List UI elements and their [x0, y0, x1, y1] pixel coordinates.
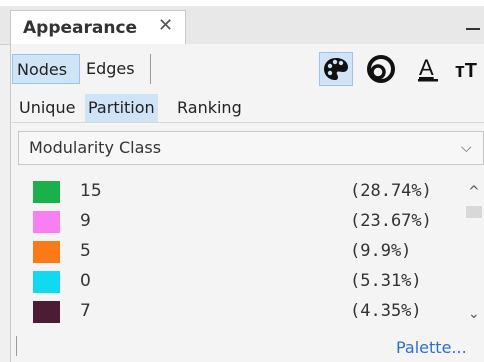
scroll-up-icon[interactable]: ^	[468, 184, 480, 200]
attribute-dropdown[interactable]: Modularity Class ⌵	[18, 131, 484, 165]
partition-list: 15 (28.74%) 9 (23.67%) 5 (9.9%) 0 (5.31%…	[14, 172, 466, 332]
node-size-icon[interactable]	[364, 52, 398, 86]
edges-toggle-button[interactable]: Edges	[82, 54, 150, 84]
label-color-glyph: A	[419, 55, 434, 80]
minimize-icon[interactable]	[466, 28, 480, 30]
subtab-divider	[12, 122, 484, 123]
partition-label: 5	[80, 241, 91, 261]
tab-title: Appearance	[23, 18, 138, 38]
tab-partition[interactable]: Partition	[85, 94, 158, 122]
list-item: 0 (5.31%)	[14, 266, 466, 296]
partition-percent: (23.67%)	[350, 211, 432, 231]
close-icon[interactable]: ✕	[158, 15, 173, 36]
palette-icon[interactable]	[319, 52, 353, 86]
attribute-dropdown-value: Modularity Class	[29, 138, 162, 157]
list-item: 15 (28.74%)	[14, 176, 466, 206]
partition-label: 0	[80, 271, 91, 291]
label-color-icon[interactable]: A	[412, 52, 446, 86]
color-swatch[interactable]	[33, 271, 60, 293]
toolbar-separator	[150, 54, 151, 84]
label-size-icon[interactable]: тТ	[452, 52, 484, 86]
scroll-down-icon[interactable]: ⌄	[468, 306, 480, 322]
nodes-toggle-button[interactable]: Nodes	[12, 54, 80, 84]
list-item: 5 (9.9%)	[14, 236, 466, 266]
partition-percent: (28.74%)	[350, 181, 432, 201]
chevron-down-icon: ⌵	[461, 140, 472, 156]
partition-percent: (9.9%)	[350, 241, 412, 261]
color-swatch[interactable]	[33, 211, 60, 233]
color-swatch[interactable]	[33, 301, 60, 323]
footer-separator	[16, 336, 17, 356]
color-swatch[interactable]	[33, 241, 60, 263]
partition-label: 9	[80, 211, 91, 231]
scroll-thumb[interactable]	[466, 206, 482, 218]
partition-label: 15	[80, 181, 102, 201]
label-size-glyph: тТ	[455, 60, 477, 82]
partition-percent: (5.31%)	[350, 271, 422, 291]
palette-link[interactable]: Palette...	[396, 338, 467, 357]
appearance-tab[interactable]: Appearance ✕	[10, 10, 186, 44]
tab-unique[interactable]: Unique	[16, 94, 78, 122]
tab-ranking[interactable]: Ranking	[174, 94, 245, 122]
partition-percent: (4.35%)	[350, 301, 422, 321]
list-item: 9 (23.67%)	[14, 206, 466, 236]
partition-label: 7	[80, 301, 91, 321]
color-swatch[interactable]	[33, 181, 60, 203]
list-item: 7 (4.35%)	[14, 296, 466, 326]
